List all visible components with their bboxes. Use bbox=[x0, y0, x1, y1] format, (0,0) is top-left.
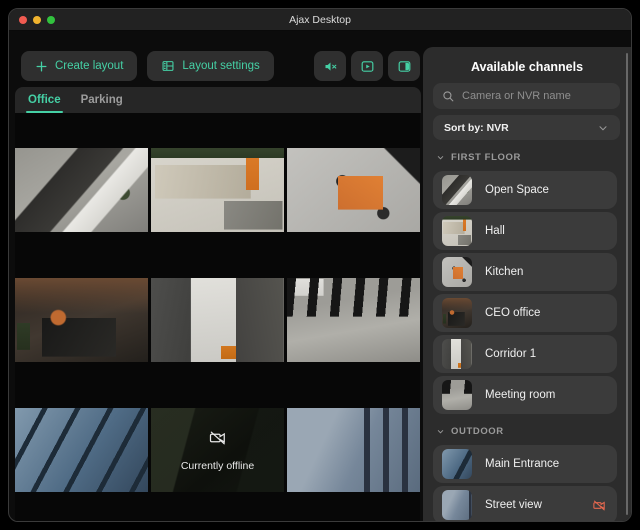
zoom-window-button[interactable] bbox=[47, 15, 55, 24]
channel-label: Hall bbox=[485, 225, 505, 237]
section-header-outdoor[interactable]: OUTDOOR bbox=[436, 426, 631, 437]
playback-window-button[interactable] bbox=[351, 51, 383, 81]
layout-tab-bar: Office Parking bbox=[15, 87, 421, 113]
offline-overlay: Currently offline bbox=[151, 408, 284, 492]
play-window-icon bbox=[360, 59, 375, 74]
offline-status-text: Currently offline bbox=[180, 460, 255, 472]
sidebar-title: Available channels bbox=[470, 60, 584, 74]
channel-label: CEO office bbox=[485, 307, 541, 319]
channel-label: Street view bbox=[485, 499, 542, 511]
channel-thumbnail bbox=[442, 298, 472, 328]
sidebar-scrollbar[interactable] bbox=[626, 53, 628, 515]
toolbar: Create layout Layout settings bbox=[21, 51, 420, 81]
sort-by-value: Sort by: NVR bbox=[444, 121, 509, 134]
camera-search-field[interactable] bbox=[433, 83, 620, 109]
channel-item-ceo-office[interactable]: CEO office bbox=[433, 294, 617, 332]
tab-office[interactable]: Office bbox=[26, 87, 63, 113]
close-window-button[interactable] bbox=[19, 15, 27, 24]
layout-settings-button[interactable]: Layout settings bbox=[147, 51, 274, 81]
camera-off-icon bbox=[208, 428, 228, 453]
channel-item-open-space[interactable]: Open Space bbox=[433, 171, 617, 209]
camera-tile-offline[interactable]: Currently offline bbox=[151, 408, 284, 492]
channel-thumbnail bbox=[442, 380, 472, 410]
camera-tile-main-entrance[interactable] bbox=[15, 408, 148, 492]
camera-tile-open-space[interactable] bbox=[15, 148, 148, 232]
minimize-window-button[interactable] bbox=[33, 15, 41, 24]
camera-tile-corridor[interactable] bbox=[151, 278, 284, 362]
main-panel: Create layout Layout settings Office Par… bbox=[15, 31, 421, 521]
camera-tile-ceo-office[interactable] bbox=[15, 278, 148, 362]
camera-off-icon bbox=[592, 498, 607, 513]
layout-settings-label: Layout settings bbox=[182, 60, 260, 72]
camera-tile-kitchen[interactable] bbox=[287, 148, 420, 232]
channel-label: Meeting room bbox=[485, 389, 556, 401]
section-label: OUTDOOR bbox=[451, 426, 504, 437]
speaker-muted-icon bbox=[323, 59, 338, 74]
tab-parking[interactable]: Parking bbox=[81, 87, 123, 113]
channel-item-main-entrance[interactable]: Main Entrance bbox=[433, 445, 617, 483]
title-bar: Ajax Desktop bbox=[9, 9, 631, 31]
channel-item-meeting-room[interactable]: Meeting room bbox=[433, 376, 617, 414]
channel-item-street-view[interactable]: Street view bbox=[433, 486, 617, 521]
channel-label: Open Space bbox=[485, 184, 549, 196]
camera-tile-street-view[interactable] bbox=[287, 408, 420, 492]
channel-thumbnail bbox=[442, 175, 472, 205]
channel-item-kitchen[interactable]: Kitchen bbox=[433, 253, 617, 291]
window-title: Ajax Desktop bbox=[289, 13, 351, 26]
channel-thumbnail bbox=[442, 216, 472, 246]
plus-icon bbox=[35, 60, 48, 73]
create-layout-button[interactable]: Create layout bbox=[21, 51, 138, 81]
section-label: FIRST FLOOR bbox=[451, 152, 521, 163]
mute-audio-button[interactable] bbox=[314, 51, 346, 81]
camera-tile-hall[interactable] bbox=[151, 148, 284, 232]
channel-item-hall[interactable]: Hall bbox=[433, 212, 617, 250]
channel-thumbnail bbox=[442, 257, 472, 287]
channel-thumbnail bbox=[442, 490, 472, 520]
create-layout-label: Create layout bbox=[55, 60, 124, 72]
camera-grid-area: Currently offline bbox=[15, 113, 420, 521]
sort-by-dropdown[interactable]: Sort by: NVR bbox=[433, 115, 620, 140]
channel-thumbnail bbox=[442, 449, 472, 479]
channel-label: Corridor 1 bbox=[485, 348, 537, 360]
side-panel-icon bbox=[397, 59, 412, 74]
chevron-down-icon bbox=[436, 427, 445, 436]
available-channels-panel: Available channels Sort by: NVR FIRST FL… bbox=[423, 47, 631, 521]
chevron-down-icon bbox=[436, 153, 445, 162]
chevron-down-icon bbox=[597, 122, 609, 134]
toggle-side-panel-button[interactable] bbox=[388, 51, 420, 81]
channel-item-corridor-1[interactable]: Corridor 1 bbox=[433, 335, 617, 373]
search-icon bbox=[442, 90, 455, 103]
section-header-first-floor[interactable]: FIRST FLOOR bbox=[436, 152, 631, 163]
channel-label: Kitchen bbox=[485, 266, 524, 278]
camera-grid: Currently offline bbox=[15, 148, 420, 492]
app-window: Ajax Desktop Create layout Layout settin… bbox=[8, 8, 632, 522]
channel-label: Main Entrance bbox=[485, 458, 560, 470]
camera-tile-meeting-room[interactable] bbox=[287, 278, 420, 362]
channel-thumbnail bbox=[442, 339, 472, 369]
search-input[interactable] bbox=[462, 90, 611, 102]
layout-grid-icon bbox=[161, 59, 175, 73]
